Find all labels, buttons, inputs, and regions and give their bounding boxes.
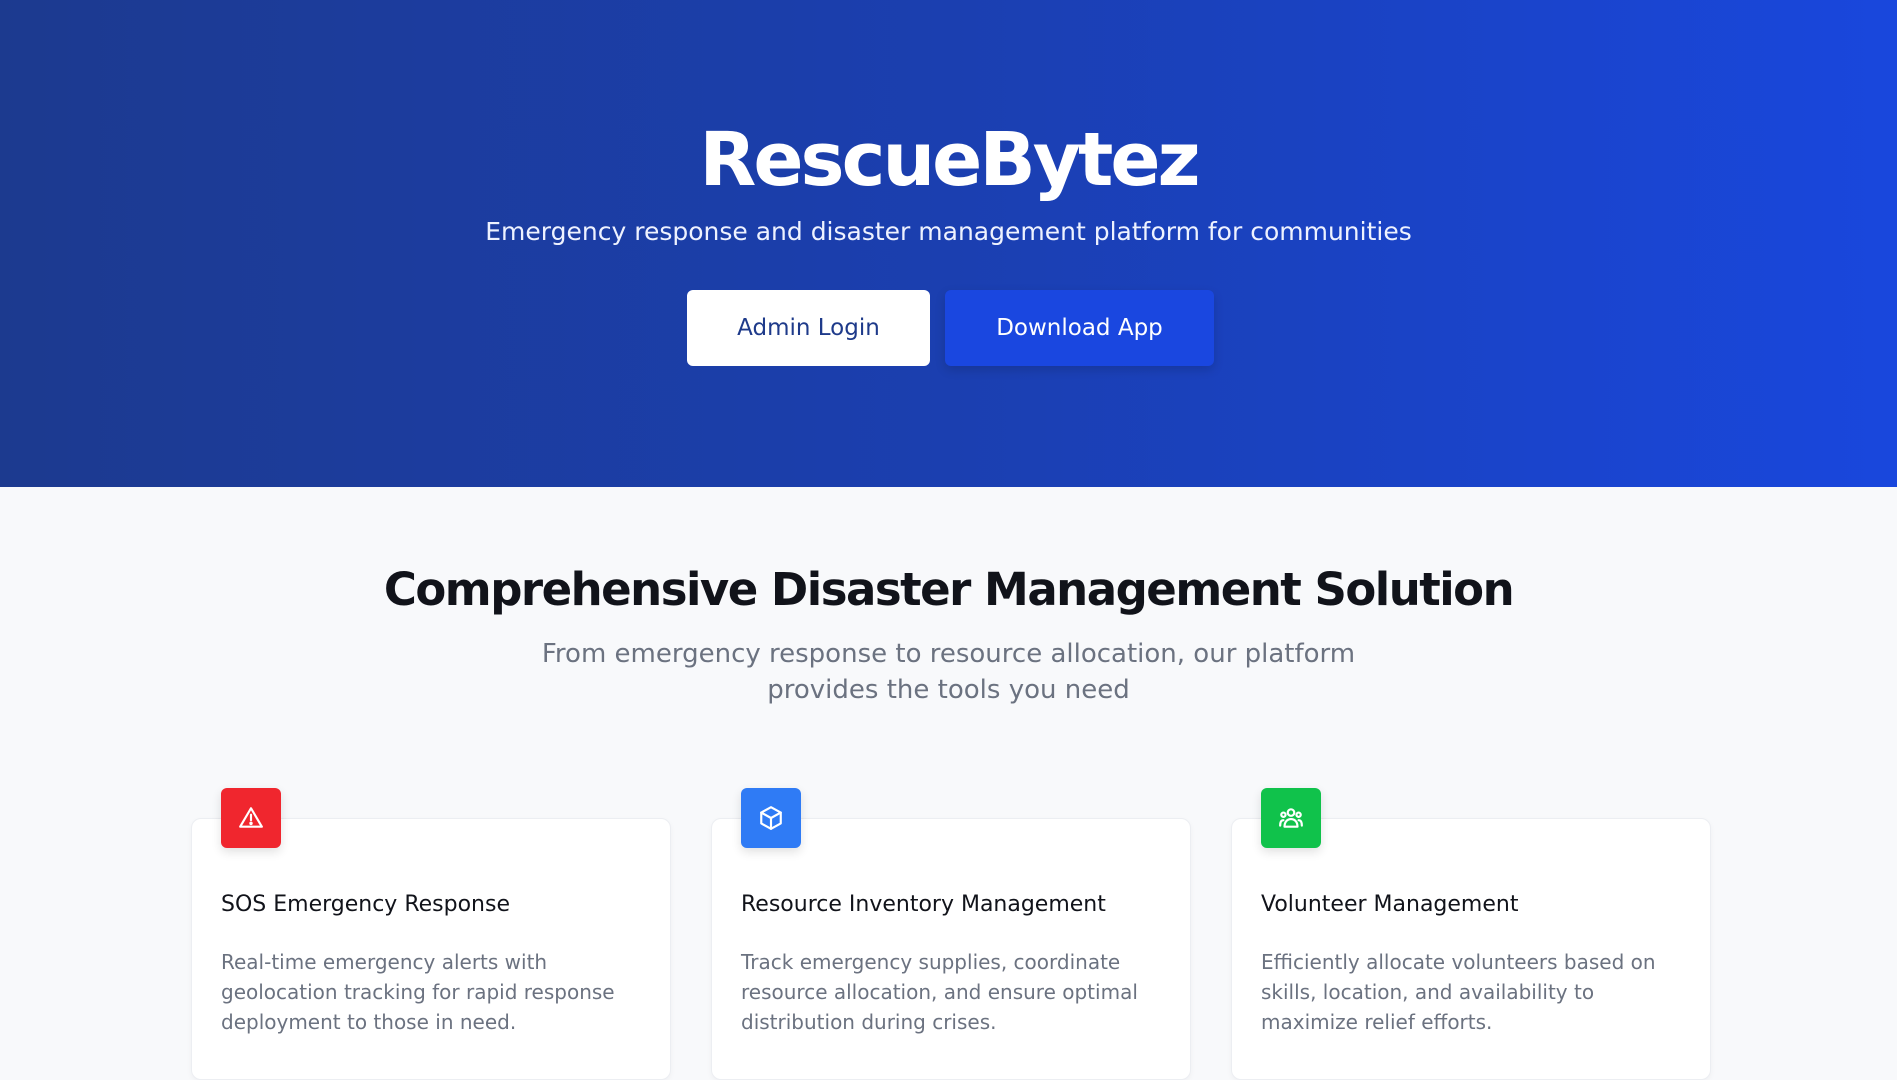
- features-title: Comprehensive Disaster Management Soluti…: [383, 563, 1515, 616]
- card-description: Real-time emergency alerts with geolocat…: [221, 950, 615, 1034]
- hero-title: RescueBytez: [699, 117, 1200, 203]
- feature-card-volunteer: Volunteer Management Efficiently allocat…: [1231, 788, 1711, 1080]
- feature-card-inventory: Resource Inventory Management Track emer…: [711, 788, 1191, 1080]
- card-title: Volunteer Management: [1261, 892, 1519, 917]
- card-description: Track emergency supplies, coordinate res…: [741, 950, 1138, 1034]
- card-description: Efficiently allocate volunteers based on…: [1261, 950, 1656, 1034]
- admin-login-button[interactable]: Admin Login: [687, 290, 930, 366]
- download-app-button[interactable]: Download App: [945, 290, 1214, 366]
- features-subtitle: From emergency response to resource allo…: [541, 639, 1356, 705]
- feature-card-sos: SOS Emergency Response Real-time emergen…: [191, 788, 671, 1080]
- card-title: Resource Inventory Management: [741, 892, 1106, 917]
- hero-section: RescueBytez Emergency response and disas…: [0, 0, 1897, 487]
- users-group-icon: [1261, 788, 1321, 848]
- card-title: SOS Emergency Response: [221, 892, 510, 917]
- warning-triangle-icon: [221, 788, 281, 848]
- hero-subtitle: Emergency response and disaster manageme…: [485, 217, 1412, 246]
- cube-icon: [741, 788, 801, 848]
